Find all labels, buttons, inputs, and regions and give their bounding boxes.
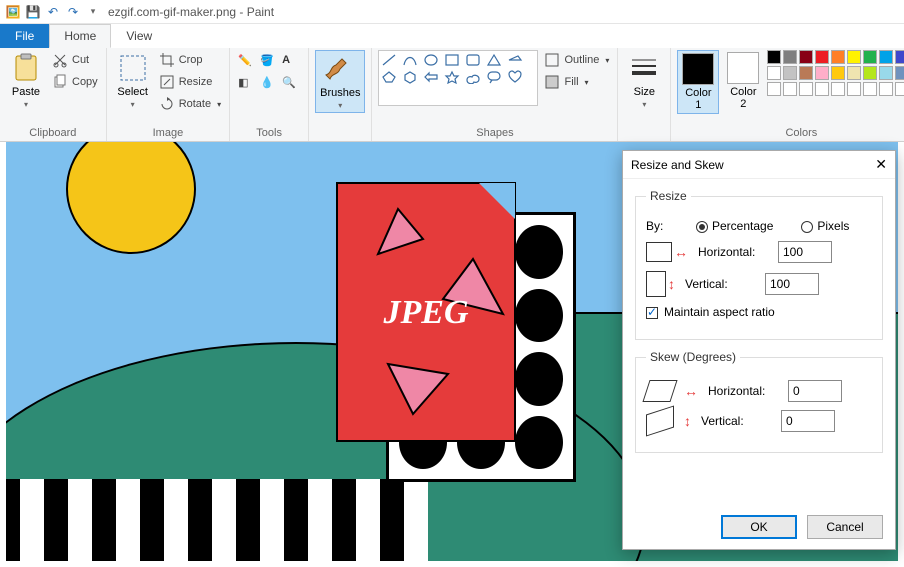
color-swatch[interactable] [831, 82, 845, 96]
skew-h-icon [646, 380, 674, 402]
shapes-gallery[interactable] [378, 50, 538, 106]
color-swatch[interactable] [863, 50, 877, 64]
color-swatch[interactable] [799, 50, 813, 64]
resize-h-icon [646, 242, 672, 262]
color-swatch[interactable] [767, 50, 781, 64]
picker-tool[interactable]: 💧 [258, 72, 278, 92]
app-icon: 🖼️ [4, 3, 22, 21]
tab-view[interactable]: View [111, 24, 167, 48]
crop-button[interactable]: Crop [157, 50, 223, 70]
cancel-button[interactable]: Cancel [807, 515, 883, 539]
pencil-tool[interactable]: ✏️ [236, 50, 256, 70]
color1-button[interactable]: Color 1 [677, 50, 719, 114]
skew-vertical-input[interactable] [781, 410, 835, 432]
color-swatch[interactable] [895, 50, 904, 64]
color-swatch[interactable] [847, 66, 861, 80]
color2-button[interactable]: Color 2 [723, 50, 763, 112]
color-swatch[interactable] [767, 66, 781, 80]
save-icon[interactable]: 💾 [24, 3, 42, 21]
color-swatch[interactable] [879, 82, 893, 96]
color-swatch[interactable] [879, 50, 893, 64]
close-icon[interactable]: ✕ [875, 156, 887, 173]
resize-button[interactable]: Resize [157, 72, 223, 92]
tab-file[interactable]: File [0, 24, 49, 48]
color-swatch[interactable] [799, 82, 813, 96]
color-swatch[interactable] [895, 66, 904, 80]
canvas-art [6, 479, 428, 561]
undo-icon[interactable]: ↶ [44, 3, 62, 21]
ribbon: Paste ▾ Cut Copy Clipboard Select ▾ Crop… [0, 48, 904, 142]
fill-tool[interactable]: 🪣 [258, 50, 278, 70]
group-size: Size ▾ [618, 48, 671, 141]
ribbon-tabs: File Home View [0, 24, 904, 48]
quick-access-toolbar: 🖼️ 💾 ↶ ↷ ▾ [4, 3, 102, 21]
window-title: ezgif.com-gif-maker.png - Paint [108, 5, 274, 19]
select-button[interactable]: Select ▾ [113, 50, 153, 111]
color-swatch[interactable] [783, 66, 797, 80]
skew-fieldset: Skew (Degrees) ↔ Horizontal: ↕ Vertical: [635, 350, 883, 453]
rotate-button[interactable]: Rotate▾ [157, 94, 223, 114]
tab-home[interactable]: Home [49, 24, 111, 48]
color-swatch[interactable] [831, 66, 845, 80]
skew-v-icon [646, 410, 674, 432]
skew-horizontal-input[interactable] [788, 380, 842, 402]
resize-vertical-input[interactable] [765, 273, 819, 295]
resize-v-icon [646, 271, 666, 297]
color-swatch[interactable] [847, 82, 861, 96]
color-swatch[interactable] [783, 50, 797, 64]
color-swatch[interactable] [895, 82, 904, 96]
radio-pixels[interactable]: Pixels [801, 219, 849, 233]
group-colors: Color 1 Color 2 Colors [671, 48, 904, 141]
resize-horizontal-input[interactable] [778, 241, 832, 263]
resize-skew-dialog: Resize and Skew ✕ Resize By: Percentage … [622, 150, 896, 550]
eraser-tool[interactable]: ◧ [236, 72, 256, 92]
brushes-button[interactable]: Brushes ▾ [315, 50, 365, 113]
group-tools: ✏️ 🪣 A ◧ 💧 🔍 Tools [230, 48, 309, 141]
redo-icon[interactable]: ↷ [64, 3, 82, 21]
zoom-tool[interactable]: 🔍 [280, 72, 300, 92]
color-swatch[interactable] [799, 66, 813, 80]
color-swatch[interactable] [815, 66, 829, 80]
title-bar: 🖼️ 💾 ↶ ↷ ▾ ezgif.com-gif-maker.png - Pai… [0, 0, 904, 24]
color-swatch[interactable] [831, 50, 845, 64]
copy-button[interactable]: Copy [50, 72, 100, 92]
group-brushes: Brushes ▾ [309, 48, 372, 141]
group-image: Select ▾ Crop Resize Rotate▾ Image [107, 48, 230, 141]
group-shapes: Outline▾ Fill▾ Shapes [372, 48, 618, 141]
text-tool[interactable]: A [280, 50, 300, 70]
dialog-title: Resize and Skew [631, 158, 724, 172]
color-swatch[interactable] [767, 82, 781, 96]
cut-button[interactable]: Cut [50, 50, 100, 70]
radio-percentage[interactable]: Percentage [696, 219, 773, 233]
size-button[interactable]: Size ▾ [624, 50, 664, 111]
resize-fieldset: Resize By: Percentage Pixels ↔ Horizonta… [635, 189, 883, 340]
group-clipboard: Paste ▾ Cut Copy Clipboard [0, 48, 107, 141]
canvas-art [66, 142, 196, 254]
color-swatch[interactable] [815, 82, 829, 96]
shape-outline-button[interactable]: Outline▾ [542, 50, 611, 70]
shape-fill-button[interactable]: Fill▾ [542, 72, 611, 92]
color-swatch[interactable] [847, 50, 861, 64]
paste-button[interactable]: Paste ▾ [6, 50, 46, 111]
aspect-ratio-checkbox[interactable]: Maintain aspect ratio [646, 305, 775, 319]
color-swatch[interactable] [879, 66, 893, 80]
ok-button[interactable]: OK [721, 515, 797, 539]
qat-dropdown-icon[interactable]: ▾ [84, 3, 102, 21]
color-swatch[interactable] [863, 66, 877, 80]
color-swatch[interactable] [863, 82, 877, 96]
canvas-art: JPEG [336, 182, 516, 442]
color-swatch[interactable] [815, 50, 829, 64]
color-swatch[interactable] [783, 82, 797, 96]
color-palette[interactable] [767, 50, 904, 96]
